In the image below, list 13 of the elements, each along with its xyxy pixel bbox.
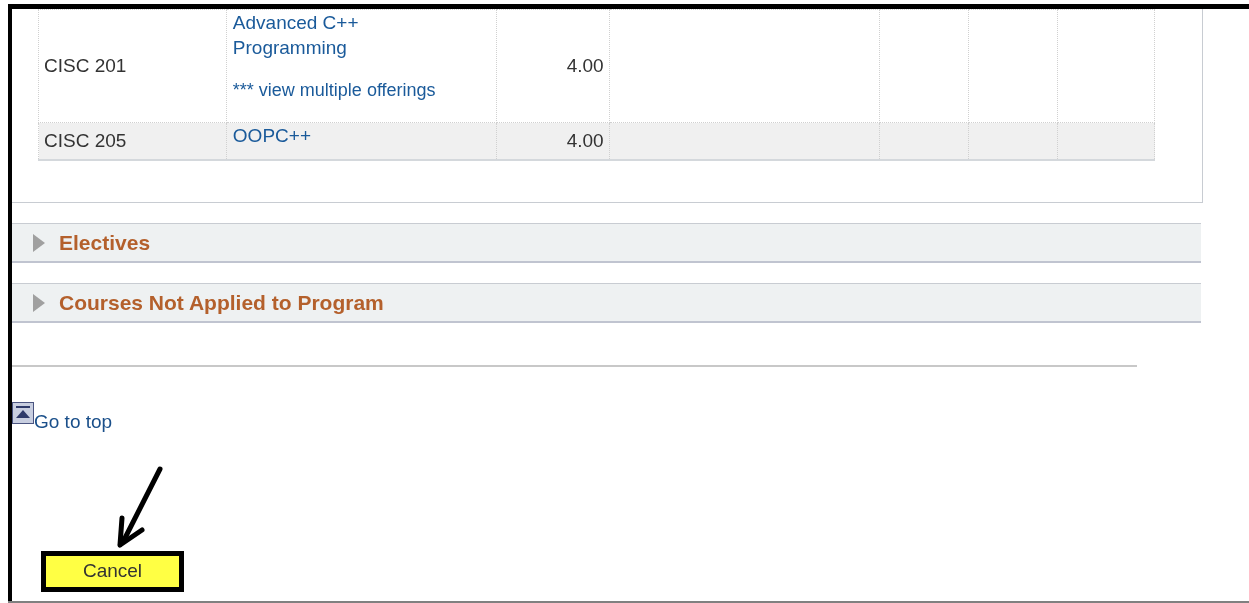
go-to-top-link[interactable]: Go to top xyxy=(34,412,113,432)
go-to-top-icon[interactable] xyxy=(12,402,34,424)
section-title: Courses Not Applied to Program xyxy=(59,289,384,316)
course-title-link[interactable]: Advanced C++ Programming xyxy=(232,10,393,60)
course-title-link[interactable]: OOPC++ xyxy=(232,123,393,148)
cancel-button[interactable]: Cancel xyxy=(41,551,184,592)
section-header[interactable]: Courses Not Applied to Program xyxy=(12,283,1201,323)
section-header[interactable]: Electives xyxy=(12,223,1201,263)
table-cell: 4.00 xyxy=(496,9,610,123)
table-cell: CISC 201 xyxy=(38,9,227,123)
table-cell: CISC 205 xyxy=(38,122,227,160)
section-title: Electives xyxy=(59,229,151,256)
view-offerings-link[interactable]: *** view multiple offerings xyxy=(232,78,490,103)
